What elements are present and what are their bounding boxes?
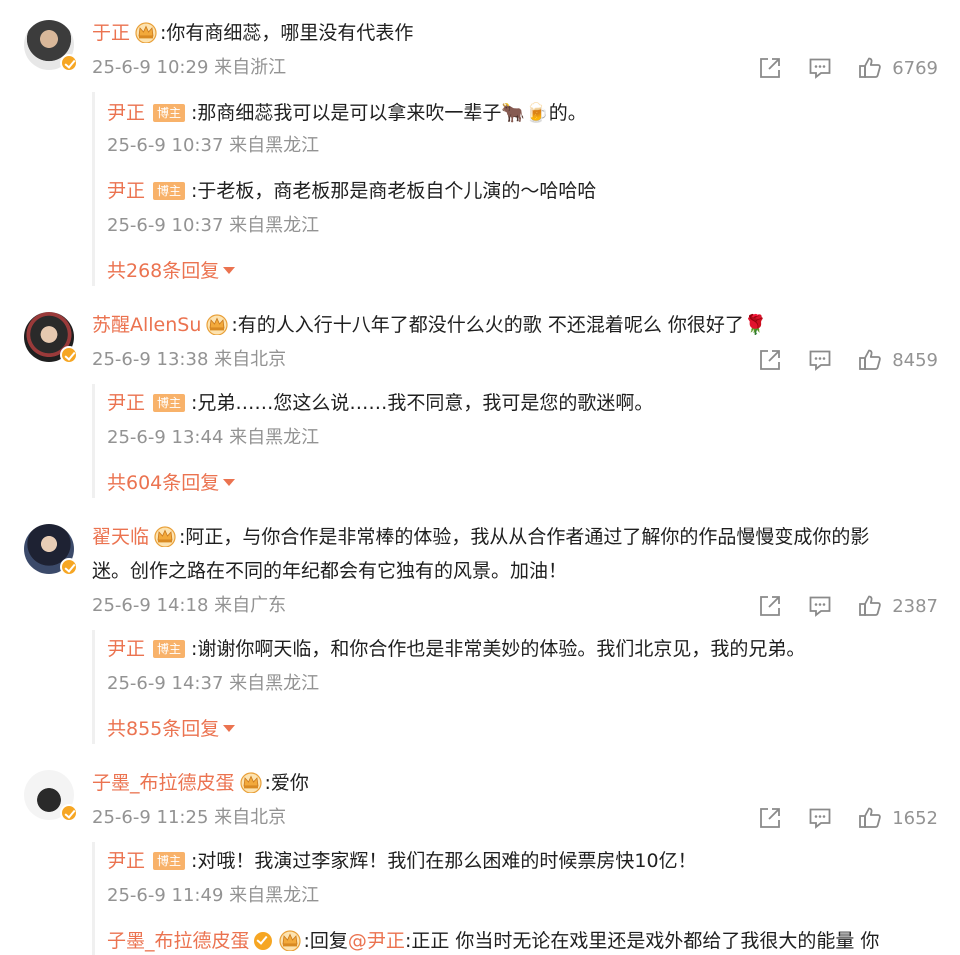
like-icon	[858, 348, 882, 372]
reply-text: :于老板，商老板那是商老板自个儿演的～哈哈哈	[191, 180, 597, 202]
avatar[interactable]	[24, 524, 78, 576]
reply-meta: 25-6-9 13:44 来自黑龙江	[107, 427, 320, 448]
comment-icon[interactable]	[808, 56, 832, 80]
verified-icon	[60, 54, 78, 72]
avatar[interactable]	[24, 770, 78, 822]
comment-icon[interactable]	[808, 594, 832, 618]
reply-username[interactable]: 子墨_布拉德皮蛋	[107, 930, 250, 952]
avatar[interactable]	[24, 312, 78, 364]
comment-text: :阿正，与你合作是非常棒的体验，我从从合作者通过了解你的作品慢慢变成你的影	[179, 526, 870, 548]
like-icon	[858, 594, 882, 618]
reply-username[interactable]: 尹正	[107, 180, 145, 202]
username[interactable]: 子墨_布拉德皮蛋	[92, 772, 235, 794]
share-icon[interactable]	[758, 806, 782, 830]
like-icon	[858, 806, 882, 830]
like-button[interactable]: 6769	[858, 56, 938, 80]
verified-icon	[60, 346, 78, 364]
crown-icon	[153, 525, 177, 547]
reply-text: :正正 你当时无论在戏里还是戏外都给了我很大的能量 你	[404, 930, 880, 952]
reply-list: 尹正 博主 :兄弟……您这么说……我不同意，我可是您的歌迷啊。 25-6-9 13:…	[92, 384, 947, 498]
reply-meta: 25-6-9 10:37 来自黑龙江	[107, 135, 320, 156]
reply-text: :那商细蕊我可以是可以拿来吹一辈子🐂🍺的。	[191, 102, 587, 124]
comment-text-continued: 迷。创作之路在不同的年纪都会有它独有的风景。加油！	[92, 560, 568, 582]
like-button[interactable]: 1652	[858, 806, 938, 830]
comment-icon[interactable]	[808, 806, 832, 830]
share-icon[interactable]	[758, 348, 782, 372]
author-badge: 博主	[153, 104, 186, 122]
more-replies-link[interactable]: 共604条回复	[107, 470, 236, 496]
reply-username[interactable]: 尹正	[107, 392, 145, 414]
reply-list: 尹正 博主 :对哦！我演过李家辉！我们在那么困难的时候票房快10亿！ 25-6-9 …	[92, 842, 947, 955]
like-button[interactable]: 8459	[858, 348, 938, 372]
verified-icon	[60, 558, 78, 576]
crown-icon	[239, 771, 263, 793]
reply-username[interactable]: 尹正	[107, 102, 145, 124]
comment-text: :爱你	[264, 772, 309, 794]
like-count: 2387	[892, 595, 938, 617]
author-badge: 博主	[153, 852, 186, 870]
reply-meta: 25-6-9 10:37 来自黑龙江	[107, 215, 320, 236]
reply-meta: 25-6-9 11:49 来自黑龙江	[107, 885, 320, 906]
author-badge: 博主	[153, 394, 186, 412]
comment-meta: 25-6-9 13:38 来自北京	[92, 349, 287, 370]
comment-meta: 25-6-9 14:18 来自广东	[92, 595, 287, 616]
more-replies-link[interactable]: 共268条回复	[107, 258, 236, 284]
username[interactable]: 翟天临	[92, 526, 149, 548]
verified-icon	[60, 804, 78, 822]
like-icon	[858, 56, 882, 80]
author-badge: 博主	[153, 640, 186, 658]
like-count: 6769	[892, 57, 938, 79]
mention-link[interactable]: @尹正	[348, 930, 405, 952]
crown-icon	[134, 21, 158, 43]
share-icon[interactable]	[758, 594, 782, 618]
avatar[interactable]	[24, 20, 78, 72]
comment-meta: 25-6-9 10:29 来自浙江	[92, 57, 287, 78]
caret-down-icon	[223, 479, 236, 486]
reply-text: :兄弟……您这么说……我不同意，我可是您的歌迷啊。	[191, 392, 654, 414]
reply-username[interactable]: 尹正	[107, 638, 145, 660]
comment-text: :你有商细蕊，哪里没有代表作	[160, 22, 414, 44]
comment-meta: 25-6-9 11:25 来自北京	[92, 807, 287, 828]
comment-icon[interactable]	[808, 348, 832, 372]
comment-text: :有的人入行十八年了都没什么火的歌 不还混着呢么 你很好了🌹	[231, 314, 768, 336]
like-count: 1652	[892, 807, 938, 829]
reply-meta: 25-6-9 14:37 来自黑龙江	[107, 673, 320, 694]
verified-icon	[253, 932, 272, 950]
reply-text: :谢谢你啊天临，和你合作也是非常美妙的体验。我们北京见，我的兄弟。	[191, 638, 806, 660]
like-count: 8459	[892, 349, 938, 371]
username[interactable]: 苏醒AllenSu	[92, 314, 201, 336]
author-badge: 博主	[153, 182, 186, 200]
more-replies-link[interactable]: 共855条回复	[107, 716, 236, 742]
reply-list: 尹正 博主 :谢谢你啊天临，和你合作也是非常美妙的体验。我们北京见，我的兄弟。 25…	[92, 630, 947, 744]
reply-text: :对哦！我演过李家辉！我们在那么困难的时候票房快10亿！	[191, 850, 697, 872]
crown-icon	[278, 929, 302, 951]
reply-username[interactable]: 尹正	[107, 850, 145, 872]
like-button[interactable]: 2387	[858, 594, 938, 618]
username[interactable]: 于正	[92, 22, 130, 44]
caret-down-icon	[223, 725, 236, 732]
reply-list: 尹正 博主:那商细蕊我可以是可以拿来吹一辈子🐂🍺的。 25-6-9 10:37 来…	[92, 92, 947, 286]
share-icon[interactable]	[758, 56, 782, 80]
caret-down-icon	[223, 267, 236, 274]
crown-icon	[205, 313, 229, 335]
